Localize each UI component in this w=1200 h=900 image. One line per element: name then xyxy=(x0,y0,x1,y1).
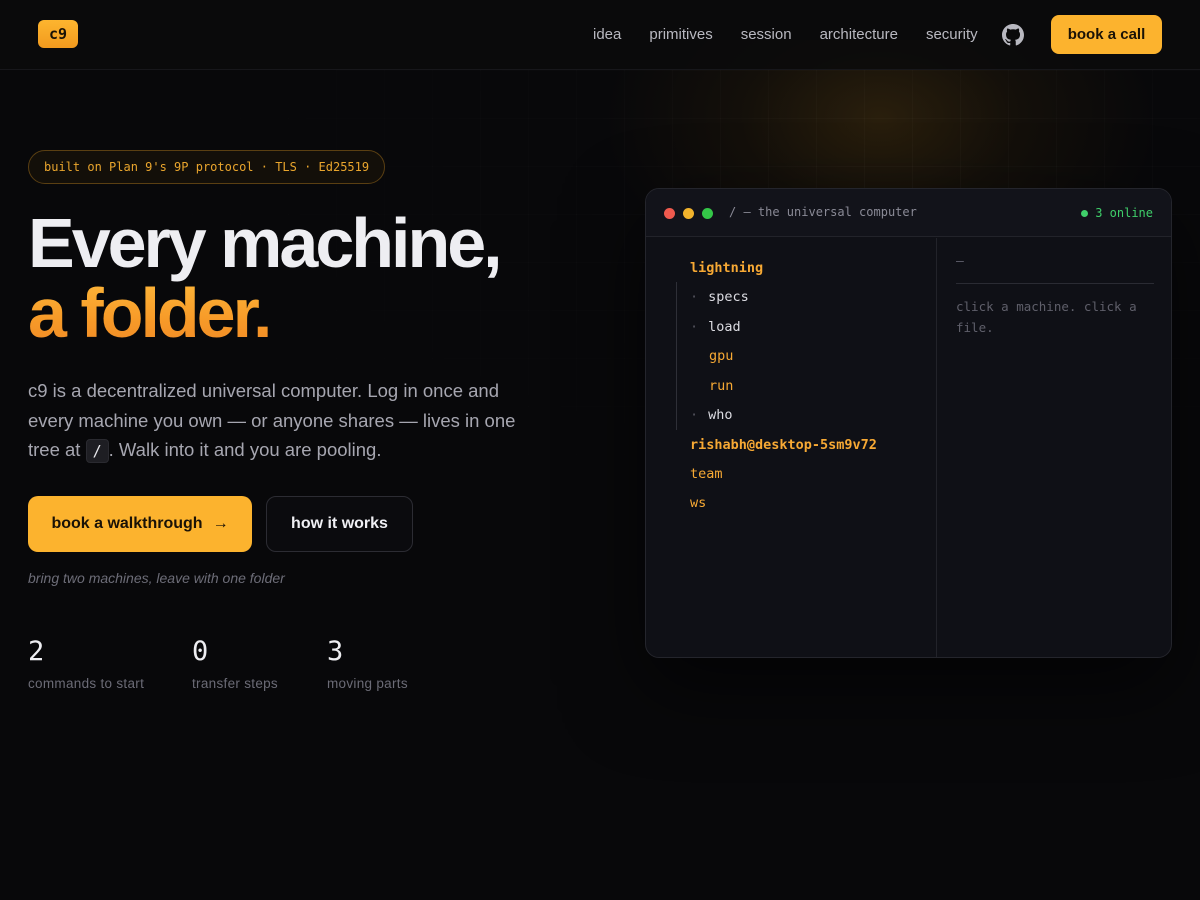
protocol-badge: built on Plan 9's 9P protocol · TLS · Ed… xyxy=(28,150,386,184)
book-walkthrough-button[interactable]: book a walkthrough → xyxy=(28,496,252,552)
file-browser-window: / — the universal computer 3 online ligh… xyxy=(645,188,1172,658)
top-nav: c9 idea primitives session architecture … xyxy=(0,0,1200,70)
nav-link-primitives[interactable]: primitives xyxy=(649,26,712,44)
hero-description: c9 is a decentralized universal computer… xyxy=(28,376,528,465)
hero-title-line1: Every machine, xyxy=(28,204,503,282)
stat-value: 3 xyxy=(327,636,344,667)
tree-file-specs[interactable]: · specs xyxy=(690,289,749,305)
stat-transfer: 0 transfer steps xyxy=(192,636,278,691)
root-path-code: / xyxy=(85,439,109,463)
lede-text-end: . Walk into it and you are pooling. xyxy=(108,439,382,460)
stat-label: commands to start xyxy=(28,676,145,691)
hero-title-line2: a folder. xyxy=(28,274,272,352)
nav-link-idea[interactable]: idea xyxy=(593,26,621,44)
tree-machine-lightning[interactable]: lightning xyxy=(690,260,763,276)
stat-value: 0 xyxy=(192,636,209,667)
nav-link-security[interactable]: security xyxy=(926,26,978,44)
stat-value: 2 xyxy=(28,636,45,667)
nav-link-session[interactable]: session xyxy=(741,26,792,44)
preview-pane: — click a machine. click a file. xyxy=(938,238,1171,657)
arrow-right-icon: → xyxy=(212,515,229,532)
book-walkthrough-label: book a walkthrough xyxy=(51,515,203,532)
tree-guide-line xyxy=(676,282,677,430)
window-title: / — the universal computer xyxy=(729,205,917,219)
tree-folder-team[interactable]: team xyxy=(690,466,723,482)
how-it-works-button[interactable]: how it works xyxy=(266,496,413,552)
github-icon[interactable] xyxy=(1002,24,1024,46)
stat-label: moving parts xyxy=(327,676,408,691)
tree-folder-ws[interactable]: ws xyxy=(690,495,706,511)
book-call-button[interactable]: book a call xyxy=(1051,15,1162,54)
stat-moving-parts: 3 moving parts xyxy=(327,636,408,691)
tree-machine-desktop[interactable]: rishabh@desktop-5sm9v72 xyxy=(690,437,877,453)
window-titlebar: / — the universal computer 3 online xyxy=(646,189,1171,237)
tree-folder-run[interactable]: run xyxy=(709,378,733,394)
nav-link-architecture[interactable]: architecture xyxy=(820,26,898,44)
minimize-dot-icon[interactable] xyxy=(683,208,694,219)
tree-folder-gpu[interactable]: gpu xyxy=(709,348,733,364)
maximize-dot-icon[interactable] xyxy=(702,208,713,219)
stat-label: transfer steps xyxy=(192,676,278,691)
file-tree: lightning · specs · load gpu run · who rish… xyxy=(646,238,937,657)
logo[interactable]: c9 xyxy=(38,20,78,48)
tree-file-load[interactable]: · load xyxy=(690,319,741,335)
online-dot-icon xyxy=(1081,209,1089,217)
stat-commands: 2 commands to start xyxy=(28,636,144,691)
tree-file-who[interactable]: · who xyxy=(690,407,733,423)
hero-title: Every machine, a folder. xyxy=(28,208,588,348)
online-count: 3 online xyxy=(1095,206,1153,220)
online-status: 3 online xyxy=(1081,206,1153,220)
nav-links: idea primitives session architecture sec… xyxy=(593,26,978,44)
close-dot-icon[interactable] xyxy=(664,208,675,219)
preview-hint: click a machine. click a file. xyxy=(956,299,1137,335)
tagline: bring two machines, leave with one folde… xyxy=(28,570,285,586)
preview-header: — xyxy=(956,254,1154,284)
